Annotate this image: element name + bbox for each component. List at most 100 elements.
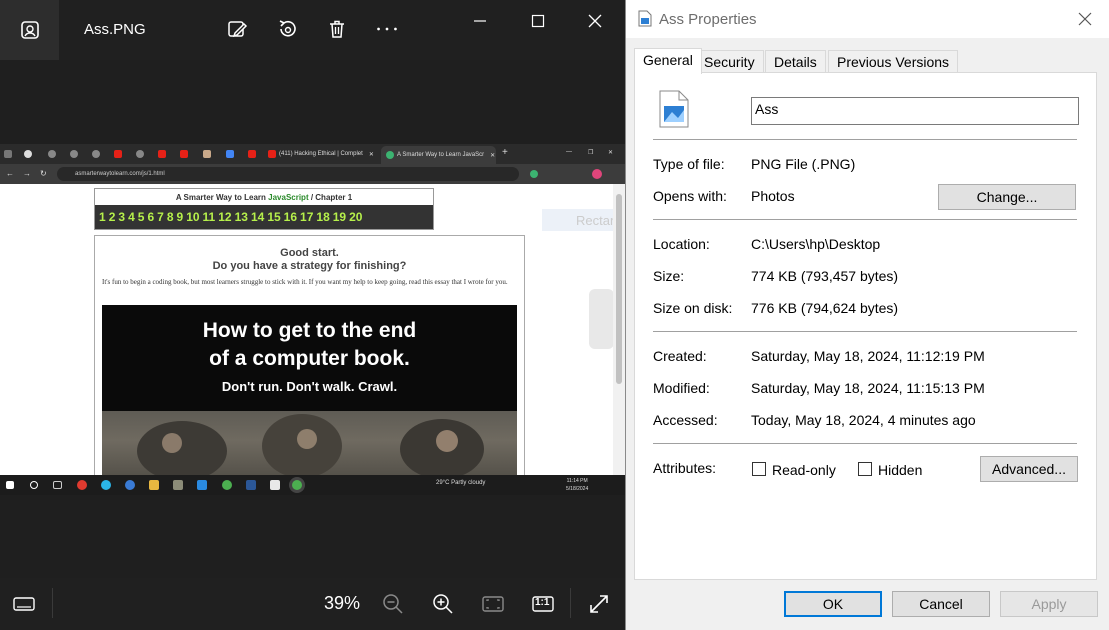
zoom-in-icon[interactable] [431, 592, 455, 616]
readonly-label: Read-only [772, 462, 836, 478]
minimize-button[interactable] [466, 8, 494, 34]
browser-tab [203, 147, 211, 161]
apply-button[interactable]: Apply [1000, 591, 1098, 617]
search-icon [30, 481, 38, 489]
chapter-number: 8 [166, 210, 174, 224]
dialog-title: Ass Properties [659, 11, 757, 28]
png-file-icon [659, 90, 689, 133]
browser-tab [158, 147, 166, 161]
tab-security[interactable]: Security [695, 50, 764, 73]
vscode-icon [197, 480, 207, 490]
size-on-disk-label: Size on disk: [653, 300, 733, 316]
browser-tab [92, 147, 100, 161]
divider [653, 331, 1077, 332]
web-page: A Smarter Way to Learn JavaScript / Chap… [0, 184, 625, 475]
fullscreen-icon[interactable] [587, 592, 611, 616]
browser-tab-strip: (411) Hacking Ethical | Complet ✕ A Smart… [0, 144, 625, 164]
tab-details[interactable]: Details [765, 50, 826, 73]
browser-tab [226, 147, 234, 161]
actual-size-icon[interactable]: 1:1 [531, 592, 555, 616]
chapter-number: 6 [147, 210, 155, 224]
app-icon [173, 480, 183, 490]
dialog-titlebar: Ass Properties [626, 0, 1109, 38]
location-label: Location: [653, 236, 710, 252]
chapter-number: 20 [349, 210, 363, 224]
browser-address-bar: ← → ↻ asmarterwaytolearn.com/js/1.html [0, 164, 625, 184]
chrome-icon [222, 480, 232, 490]
file-name-field[interactable]: Ass [751, 97, 1079, 125]
created-value: Saturday, May 18, 2024, 11:12:19 PM [751, 348, 985, 364]
page-scrollbar [613, 184, 625, 475]
app-icon [270, 480, 280, 490]
type-value: PNG File (.PNG) [751, 156, 856, 172]
divider [653, 139, 1077, 140]
type-label: Type of file: [653, 156, 725, 172]
chapter-number: 11 [202, 210, 216, 224]
windows-taskbar: 29°C Partly cloudy 11:14 PM 5/18/2024 [0, 475, 625, 495]
displayed-image: (411) Hacking Ethical | Complet ✕ A Smart… [0, 144, 625, 495]
chapter-number: 9 [176, 210, 184, 224]
chapter-number: 10 [186, 210, 200, 224]
toolbar-divider [52, 588, 53, 618]
browser-tab [114, 147, 122, 161]
fit-to-window-icon[interactable] [481, 592, 505, 616]
tab-general[interactable]: General [634, 48, 702, 74]
chapter-number: 13 [234, 210, 248, 224]
chapter-number: 5 [137, 210, 145, 224]
book-banner: How to get to the end of a computer book.… [102, 305, 517, 475]
chapter-number: 4 [128, 210, 135, 224]
file-icon [638, 10, 652, 27]
chapter-number: 17 [300, 210, 314, 224]
viewer-bottom-toolbar: 39% 1:1 [0, 578, 625, 630]
chapter-number: 7 [157, 210, 164, 224]
more-icon[interactable] [376, 18, 398, 40]
chapter-number: 3 [118, 210, 126, 224]
url-field: asmarterwaytolearn.com/js/1.html [57, 167, 519, 181]
advanced-button[interactable]: Advanced... [980, 456, 1078, 482]
hidden-label: Hidden [878, 462, 923, 478]
general-panel: Ass Type of file: PNG File (.PNG) Opens … [634, 72, 1097, 580]
browser-tab [4, 147, 12, 161]
task-view-icon [53, 481, 62, 489]
rotate-icon[interactable] [276, 18, 298, 40]
crawling-soldiers-photo [102, 411, 517, 475]
close-button[interactable] [581, 8, 609, 34]
browser-tab [48, 147, 56, 161]
maximize-button[interactable] [524, 8, 552, 34]
chapter-number: 18 [316, 210, 330, 224]
modified-label: Modified: [653, 380, 710, 396]
trash-icon[interactable] [326, 18, 348, 40]
word-icon [246, 480, 256, 490]
zoom-level: 39% [324, 593, 361, 613]
zoom-out-icon[interactable] [381, 592, 405, 616]
readonly-checkbox[interactable] [752, 462, 766, 476]
chapter-number: 19 [332, 210, 347, 224]
opens-with-value: Photos [751, 188, 795, 204]
browser-tab [248, 147, 256, 161]
cancel-button[interactable]: Cancel [892, 591, 990, 617]
opens-with-label: Opens with: [653, 188, 727, 204]
size-on-disk-value: 776 KB (794,624 bytes) [751, 300, 899, 316]
hidden-checkbox[interactable] [858, 462, 872, 476]
size-value: 774 KB (793,457 bytes) [751, 268, 899, 284]
size-label: Size: [653, 268, 685, 284]
change-button[interactable]: Change... [938, 184, 1076, 210]
browser-tab [180, 147, 188, 161]
photos-app-icon[interactable] [0, 0, 59, 60]
ok-button[interactable]: OK [784, 591, 882, 617]
photos-viewer-window: Ass.PNG (411) Hacking Ethical | Complet … [0, 0, 625, 630]
browser-tab [70, 147, 78, 161]
attributes-label: Attributes: [653, 460, 717, 476]
chapter-number: 1 [99, 210, 106, 224]
page-content: Good start. Do you have a strategy for fi… [94, 235, 525, 475]
file-explorer-icon [149, 480, 159, 490]
accessed-label: Accessed: [653, 412, 718, 428]
close-icon[interactable] [1076, 10, 1094, 28]
browser-tab-youtube: (411) Hacking Ethical | Complet ✕ [268, 147, 374, 161]
edit-image-icon[interactable] [226, 18, 248, 40]
chapter-number: 14 [250, 210, 265, 224]
filmstrip-icon[interactable] [12, 592, 36, 616]
tab-previous-versions[interactable]: Previous Versions [828, 50, 959, 73]
created-label: Created: [653, 348, 707, 364]
divider [653, 219, 1077, 220]
